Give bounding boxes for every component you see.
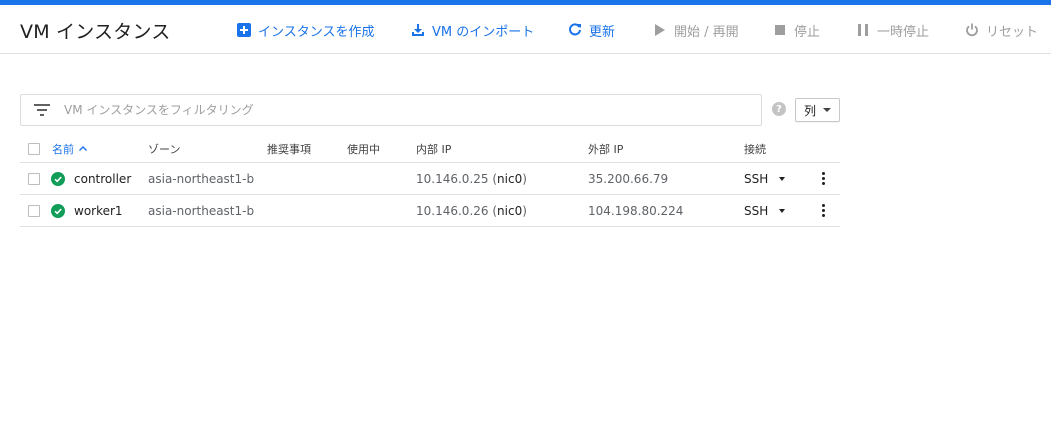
column-header-internal-ip[interactable]: 内部 IP <box>416 135 451 162</box>
create-instance-button[interactable]: インスタンスを作成 <box>236 20 374 40</box>
column-header-zone[interactable]: ゾーン <box>148 135 180 162</box>
refresh-icon <box>567 22 583 38</box>
row-checkbox[interactable] <box>28 172 40 185</box>
refresh-button[interactable]: 更新 <box>567 20 615 40</box>
columns-button[interactable]: 列 <box>795 98 840 122</box>
connect-cell: SSH <box>744 163 786 194</box>
columns-button-label: 列 <box>803 103 816 118</box>
import-vm-button[interactable]: VM のインポート <box>410 20 534 40</box>
more-vert-icon[interactable] <box>818 202 828 220</box>
download-icon <box>410 22 426 38</box>
column-header-external-ip[interactable]: 外部 IP <box>588 135 623 162</box>
page-title: VM インスタンス <box>20 21 171 43</box>
instance-name-link[interactable]: worker1 <box>74 204 123 218</box>
import-vm-label: VM のインポート <box>432 24 535 40</box>
more-vert-icon[interactable] <box>818 170 828 188</box>
add-box-icon <box>236 22 252 38</box>
column-header-recommendation: 推奨事項 <box>267 142 311 156</box>
refresh-label: 更新 <box>589 24 616 40</box>
connect-cell: SSH <box>744 195 786 226</box>
internal-ip-value: 10.146.0.26 <box>416 203 489 218</box>
nic-link[interactable]: nic0 <box>497 204 522 218</box>
select-all-checkbox[interactable] <box>28 142 40 155</box>
zone-cell: asia-northeast1-b <box>148 203 255 218</box>
start-resume-label: 開始 / 再開 <box>674 24 739 40</box>
play-icon <box>652 22 668 38</box>
row-actions-cell <box>818 163 828 194</box>
stop-label: 停止 <box>794 24 821 40</box>
stop-button[interactable]: 停止 <box>772 20 820 40</box>
row-actions-cell <box>818 195 828 226</box>
reset-button[interactable]: リセット <box>964 20 1038 40</box>
column-header-in-use-by: 使用中 <box>347 142 380 156</box>
page-header: VM インスタンス インスタンスを作成 VM のインポート 更新 開始 / 再開… <box>0 5 1051 54</box>
filter-list-icon <box>34 103 50 117</box>
internal-ip-cell: 10.146.0.26 ( nic0 ) <box>416 203 527 218</box>
ssh-button[interactable]: SSH <box>744 172 768 186</box>
column-header-name[interactable]: 名前 <box>52 135 88 162</box>
table-header-row: 名前 ゾーン 推奨事項 使用中 内部 IP 外部 IP 接続 <box>20 135 840 163</box>
column-header-name-label: 名前 <box>52 142 74 156</box>
internal-ip-value: 10.146.0.25 <box>416 171 489 186</box>
chevron-down-icon <box>823 108 831 112</box>
pause-icon <box>855 22 871 38</box>
arrow-up-icon <box>78 144 88 154</box>
select-all-cell <box>28 135 40 162</box>
zone-cell: asia-northeast1-b <box>148 171 255 186</box>
reset-label: リセット <box>986 24 1039 40</box>
check-circle-icon <box>51 203 65 218</box>
column-header-connect: 接続 <box>744 142 766 156</box>
table-row: controller asia-northeast1-b 10.146.0.25… <box>20 163 840 195</box>
start-resume-button[interactable]: 開始 / 再開 <box>652 20 739 40</box>
row-checkbox[interactable] <box>28 204 40 217</box>
stop-icon <box>772 22 788 38</box>
internal-ip-cell: 10.146.0.25 ( nic0 ) <box>416 171 527 186</box>
instance-name-cell: worker1 <box>51 195 123 226</box>
help-icon[interactable]: ? <box>772 102 786 116</box>
row-select-cell <box>28 163 40 194</box>
external-ip-cell[interactable]: 35.200.66.79 <box>588 163 668 194</box>
ssh-button[interactable]: SSH <box>744 204 768 218</box>
row-select-cell <box>28 195 40 226</box>
instance-name-link[interactable]: controller <box>74 172 131 186</box>
ssh-dropdown-icon[interactable] <box>779 176 786 181</box>
check-circle-icon <box>51 171 65 186</box>
instance-name-cell: controller <box>51 163 131 194</box>
table-row: worker1 asia-northeast1-b 10.146.0.26 ( … <box>20 195 840 227</box>
ssh-dropdown-icon[interactable] <box>779 208 786 213</box>
create-instance-label: インスタンスを作成 <box>258 24 375 40</box>
power-icon <box>964 22 980 38</box>
external-ip-cell[interactable]: 104.198.80.224 <box>588 195 683 226</box>
filter-bar <box>20 94 762 126</box>
vm-instances-table: 名前 ゾーン 推奨事項 使用中 内部 IP 外部 IP 接続 controlle… <box>20 135 840 227</box>
nic-link[interactable]: nic0 <box>497 172 522 186</box>
suspend-label: 一時停止 <box>877 24 930 40</box>
filter-input[interactable] <box>64 103 724 117</box>
suspend-button[interactable]: 一時停止 <box>855 20 929 40</box>
